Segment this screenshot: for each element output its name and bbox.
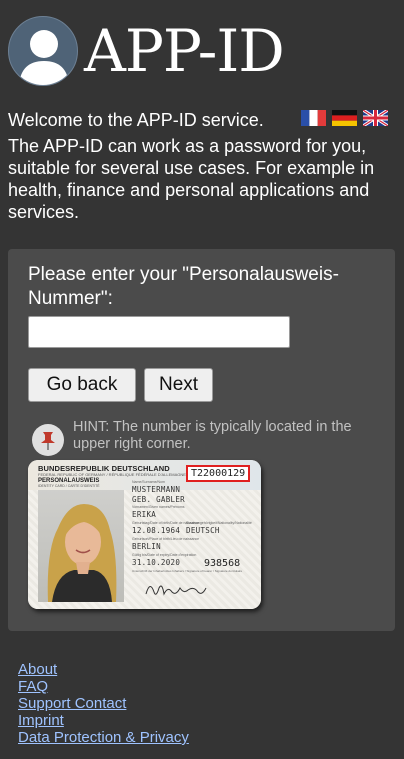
label-given-names: Vornamen/Given names/Prénoms bbox=[132, 505, 185, 509]
label-signature: Unterschrift der Inhaberin/des Inhabers … bbox=[132, 569, 243, 573]
id-card-country-sub: FEDERAL REPUBLIC OF GERMANY / RÉPUBLIQUE… bbox=[38, 472, 186, 477]
label-nationality: Staatsangehörigkeit/Nationality/National… bbox=[186, 521, 252, 525]
uk-flag-icon[interactable] bbox=[363, 110, 388, 126]
value-expiry: 31.10.2020 bbox=[132, 558, 181, 567]
support-contact-link[interactable]: Support Contact bbox=[18, 695, 189, 712]
go-back-button[interactable]: Go back bbox=[28, 368, 136, 402]
user-silhouette-icon bbox=[8, 16, 78, 86]
label-place-of-birth: Geburtsort/Place of birth/Lieu de naissa… bbox=[132, 537, 200, 541]
welcome-text: Welcome to the APP-ID service. bbox=[8, 110, 264, 130]
value-birth-name: GEB. GABLER bbox=[132, 495, 185, 504]
about-link[interactable]: About bbox=[18, 661, 189, 678]
id-card-signature bbox=[145, 585, 207, 596]
id-number-input[interactable] bbox=[28, 316, 290, 348]
next-button[interactable]: Next bbox=[144, 368, 213, 402]
hint-text: HINT: The number is typically located in… bbox=[73, 419, 352, 452]
id-card-doc-number: T22000129 bbox=[186, 465, 251, 482]
value-given-names: ERIKA bbox=[132, 510, 157, 519]
label-expiry: Gültig bis/Date of expiry/Date d'expirat… bbox=[132, 553, 197, 557]
app-header: APP-ID bbox=[8, 16, 285, 86]
germany-flag-icon[interactable] bbox=[332, 110, 357, 126]
faq-link[interactable]: FAQ bbox=[18, 678, 189, 695]
value-place-of-birth: BERLIN bbox=[132, 542, 161, 551]
id-entry-panel: Please enter your "Personalausweis-Numme… bbox=[8, 249, 395, 631]
language-flags bbox=[301, 110, 388, 126]
id-card-doc-type-sub: IDENTITY CARD / CARTE D'IDENTITÉ bbox=[38, 484, 100, 488]
id-card-image: BUNDESREPUBLIK DEUTSCHLAND FEDERAL REPUB… bbox=[28, 460, 261, 609]
pushpin-icon bbox=[32, 424, 64, 456]
imprint-link[interactable]: Imprint bbox=[18, 712, 189, 729]
footer-links: About FAQ Support Contact Imprint Data P… bbox=[18, 661, 189, 746]
label-surname: Name/Surname/Nom bbox=[132, 480, 165, 484]
value-can: 938568 bbox=[204, 558, 241, 569]
app-title: APP-ID bbox=[84, 17, 285, 85]
id-number-prompt: Please enter your "Personalausweis-Numme… bbox=[28, 264, 339, 309]
france-flag-icon[interactable] bbox=[301, 110, 326, 126]
data-protection-link[interactable]: Data Protection & Privacy bbox=[18, 729, 189, 746]
id-card-photo bbox=[38, 490, 124, 602]
intro-text: The APP-ID can work as a password for yo… bbox=[8, 136, 375, 222]
welcome-row: Welcome to the APP-ID service. bbox=[8, 108, 398, 132]
value-surname: MUSTERMANN bbox=[132, 485, 181, 494]
value-dob: 12.08.1964 bbox=[132, 526, 181, 535]
value-nationality: DEUTSCH bbox=[186, 526, 220, 535]
